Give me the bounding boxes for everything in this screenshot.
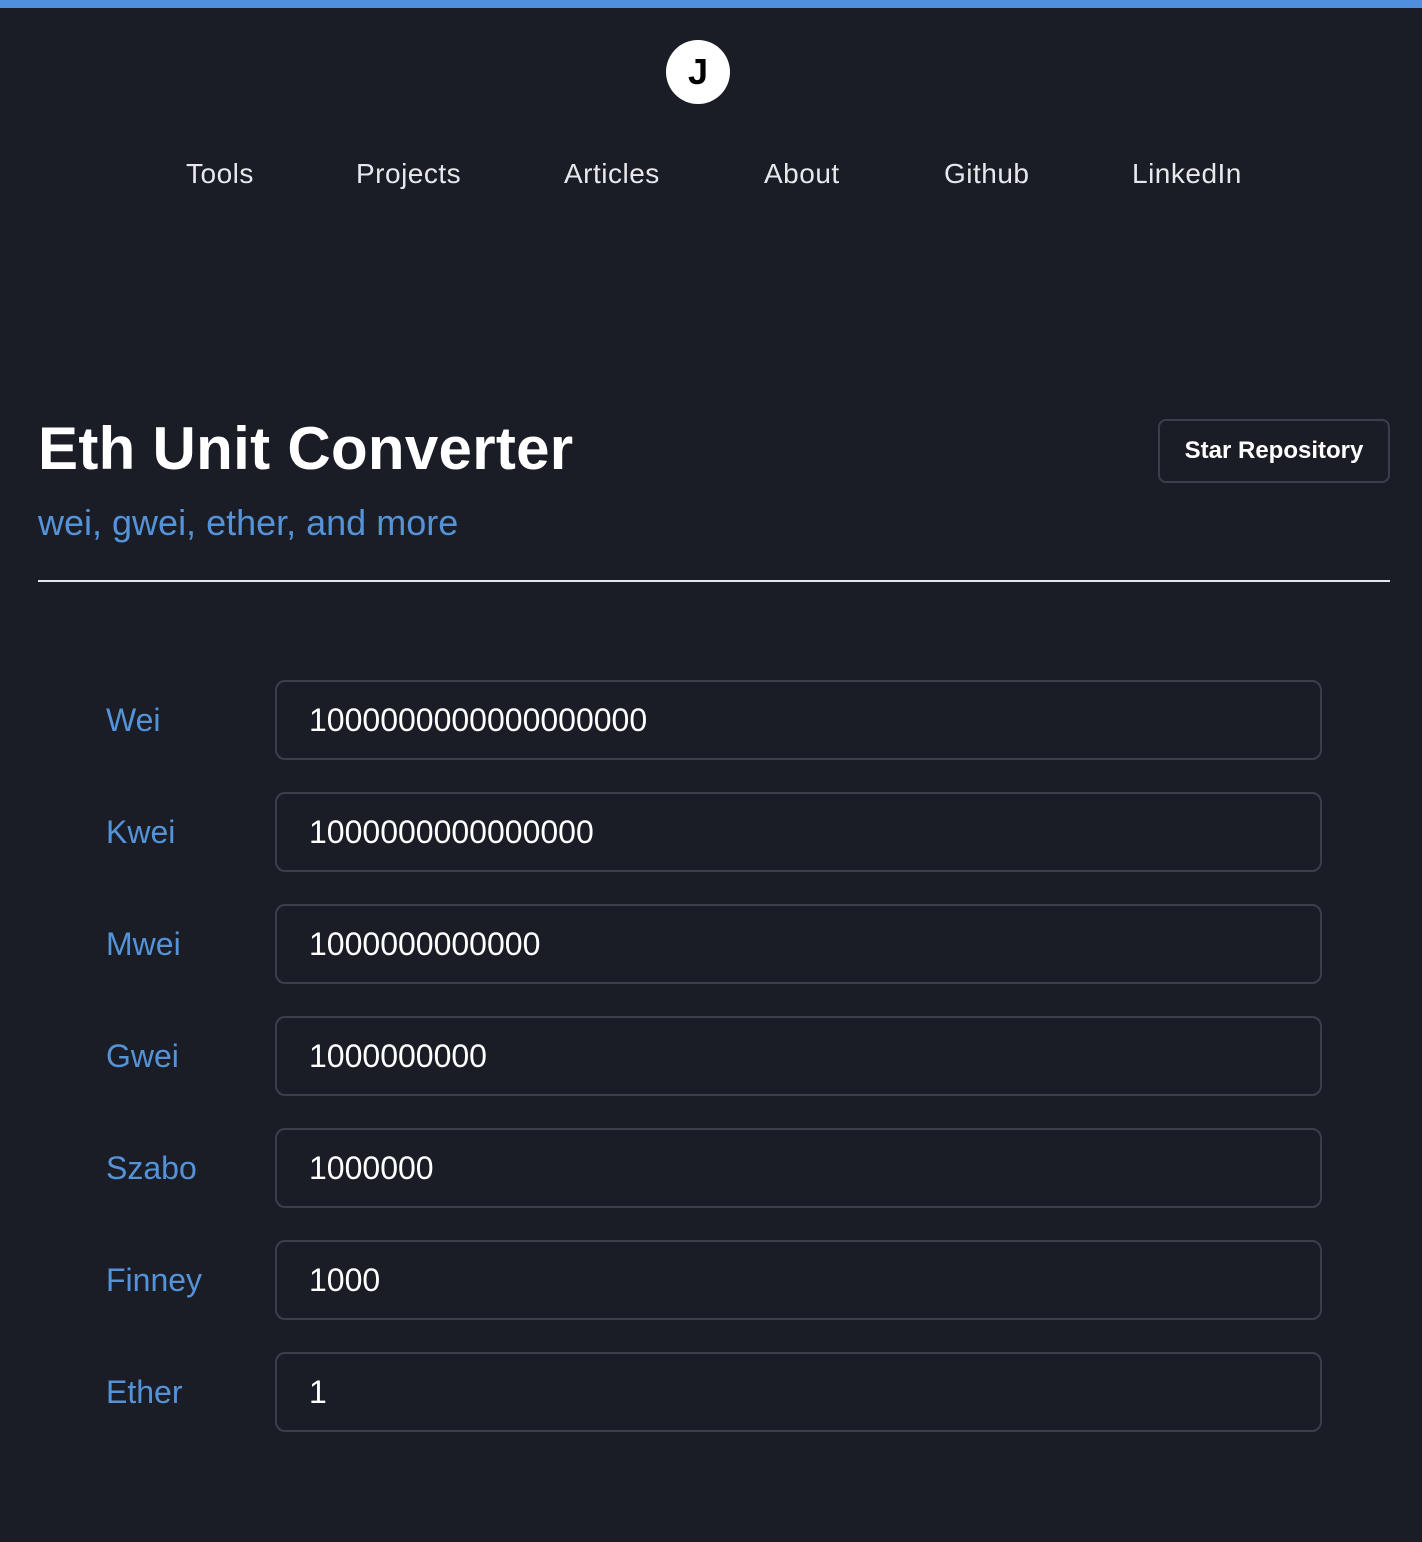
unit-row-kwei: Kwei <box>0 792 1422 872</box>
gwei-input[interactable] <box>275 1016 1322 1096</box>
nav-link-github[interactable]: Github <box>944 158 1030 190</box>
mwei-input[interactable] <box>275 904 1322 984</box>
top-accent-bar <box>0 0 1422 8</box>
ether-input[interactable] <box>275 1352 1322 1432</box>
kwei-input[interactable] <box>275 792 1322 872</box>
logo-letter: J <box>687 51 709 92</box>
unit-row-mwei: Mwei <box>0 904 1422 984</box>
nav-link-tools[interactable]: Tools <box>186 158 254 190</box>
page-title: Eth Unit Converter <box>38 415 574 482</box>
nav-link-projects[interactable]: Projects <box>356 158 461 190</box>
unit-label-wei: Wei <box>106 702 161 738</box>
szabo-input[interactable] <box>275 1128 1322 1208</box>
nav-link-about[interactable]: About <box>764 158 840 190</box>
unit-row-finney: Finney <box>0 1240 1422 1320</box>
unit-label-kwei: Kwei <box>106 814 176 850</box>
unit-label-mwei: Mwei <box>106 926 181 962</box>
finney-input[interactable] <box>275 1240 1322 1320</box>
header-divider <box>38 580 1390 582</box>
unit-label-ether: Ether <box>106 1374 183 1410</box>
nav-link-articles[interactable]: Articles <box>564 158 660 190</box>
main-nav: Tools Projects Articles About Github Lin… <box>0 158 1422 198</box>
nav-link-linkedin[interactable]: LinkedIn <box>1132 158 1242 190</box>
page-subtitle: wei, gwei, ether, and more <box>38 502 459 543</box>
unit-row-gwei: Gwei <box>0 1016 1422 1096</box>
wei-input[interactable] <box>275 680 1322 760</box>
unit-row-ether: Ether <box>0 1352 1422 1432</box>
unit-row-wei: Wei <box>0 680 1422 760</box>
site-logo[interactable]: J <box>666 40 730 104</box>
unit-label-finney: Finney <box>106 1262 203 1298</box>
star-repository-button[interactable]: Star Repository <box>1158 419 1390 483</box>
unit-row-szabo: Szabo <box>0 1128 1422 1208</box>
unit-label-szabo: Szabo <box>106 1150 197 1186</box>
unit-label-gwei: Gwei <box>106 1038 179 1074</box>
unit-converter-form: Wei Kwei Mwei Gwei Szabo Finney Ether <box>0 680 1422 1464</box>
